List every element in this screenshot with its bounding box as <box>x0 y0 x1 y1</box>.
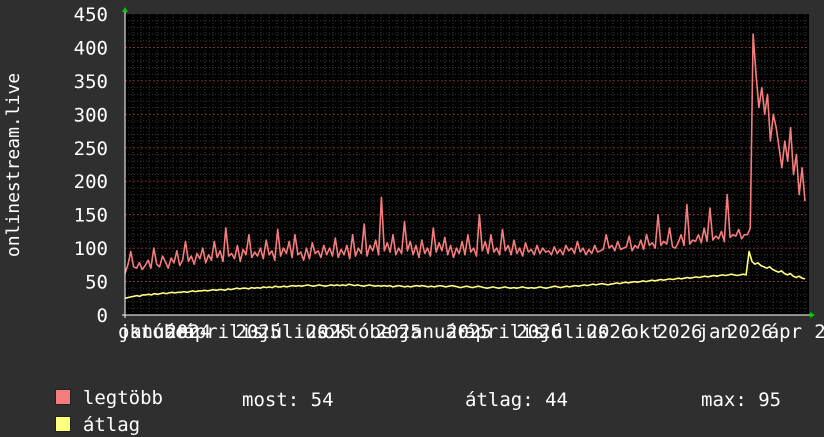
x-axis-arrow <box>810 312 815 318</box>
legend-label-avg: átlag <box>82 414 141 436</box>
y-tick-label: 50 <box>85 272 108 294</box>
x-tick-label: ápr <box>768 321 802 343</box>
y-tick-label: 450 <box>74 4 108 26</box>
y-axis-ticks: 0 50 100 150 200 250 300 350 400 450 <box>74 4 108 327</box>
y-axis-arrow <box>122 7 128 12</box>
y-tick-label: 150 <box>74 205 108 227</box>
y-tick-label: 400 <box>74 37 108 59</box>
x-tick-label: 2026 <box>587 321 633 343</box>
y-tick-label: 250 <box>74 138 108 160</box>
stat-most: most: 54 <box>242 389 334 411</box>
y-tick-label: 0 <box>97 305 108 327</box>
y-tick-label: 300 <box>74 104 108 126</box>
y-tick-label: 100 <box>74 238 108 260</box>
x-tick-label: 2026 <box>727 321 773 343</box>
y-tick-label: 350 <box>74 71 108 93</box>
x-tick-label: 2026 <box>657 321 703 343</box>
x-axis-ticks: októberjanuár2024április2025július2025ok… <box>118 321 824 343</box>
stat-avg: átlag: 44 <box>465 389 568 411</box>
stat-max: max: 95 <box>701 389 782 411</box>
x-tick-label: 2 <box>814 321 824 343</box>
plot-background <box>125 14 809 315</box>
y-axis-label: onlinestream.live <box>3 73 24 257</box>
y-tick-label: 200 <box>74 171 108 193</box>
